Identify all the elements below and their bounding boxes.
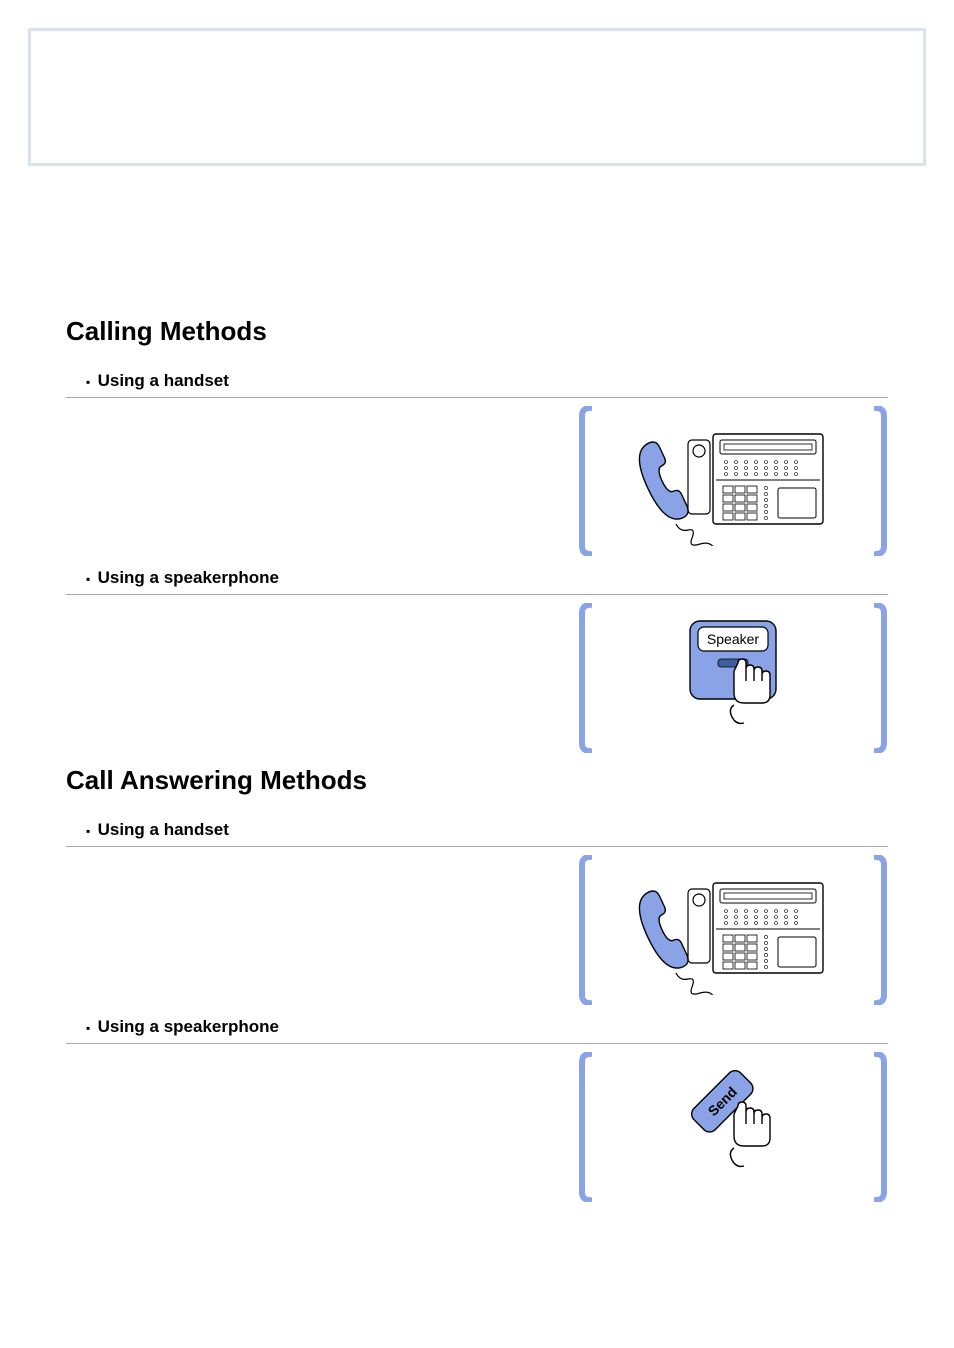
left-bracket-icon bbox=[578, 603, 592, 753]
illustration-frame-phone-handset bbox=[578, 406, 888, 556]
illustration-frame-phone-handset bbox=[578, 855, 888, 1005]
illustration-frame-send-button: Send bbox=[578, 1052, 888, 1202]
illustration-row: Send bbox=[66, 1052, 888, 1202]
section-title-call-answering-methods: Call Answering Methods bbox=[66, 765, 888, 796]
illustration-row bbox=[66, 855, 888, 1005]
rule bbox=[66, 1043, 888, 1044]
document-body: Calling Methods Using a handset bbox=[28, 316, 926, 1202]
item-using-speakerphone-1: Using a speakerphone bbox=[66, 568, 888, 588]
left-bracket-icon bbox=[578, 855, 592, 1005]
phone-handset-icon bbox=[592, 406, 874, 556]
item-using-handset-2: Using a handset bbox=[66, 820, 888, 840]
header-frame bbox=[28, 28, 926, 166]
illustration-row bbox=[66, 406, 888, 556]
section-title-calling-methods: Calling Methods bbox=[66, 316, 888, 347]
right-bracket-icon bbox=[874, 1052, 888, 1202]
phone-handset-icon bbox=[592, 855, 874, 1005]
right-bracket-icon bbox=[874, 855, 888, 1005]
speaker-button-icon: Speaker bbox=[592, 603, 874, 753]
illustration-row: Speaker bbox=[66, 603, 888, 753]
rule bbox=[66, 846, 888, 847]
send-button-icon: Send bbox=[592, 1052, 874, 1202]
right-bracket-icon bbox=[874, 603, 888, 753]
rule bbox=[66, 397, 888, 398]
rule bbox=[66, 594, 888, 595]
left-bracket-icon bbox=[578, 1052, 592, 1202]
item-using-speakerphone-2: Using a speakerphone bbox=[66, 1017, 888, 1037]
illustration-frame-speaker-button: Speaker bbox=[578, 603, 888, 753]
speaker-label: Speaker bbox=[707, 631, 759, 647]
item-using-handset-1: Using a handset bbox=[66, 371, 888, 391]
right-bracket-icon bbox=[874, 406, 888, 556]
left-bracket-icon bbox=[578, 406, 592, 556]
